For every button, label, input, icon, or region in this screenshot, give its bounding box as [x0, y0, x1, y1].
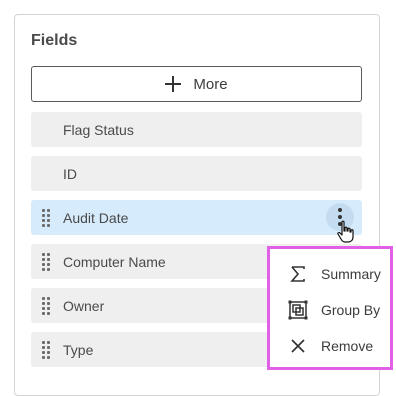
- field-label: ID: [63, 165, 77, 182]
- more-button-label: More: [193, 75, 228, 93]
- menu-item-remove[interactable]: Remove: [270, 328, 390, 364]
- menu-item-label: Group By: [321, 302, 381, 318]
- close-icon: [288, 336, 308, 356]
- sigma-icon: [288, 264, 308, 284]
- drag-handle-icon[interactable]: [42, 341, 50, 359]
- field-label: Owner: [63, 297, 105, 314]
- menu-item-group-by[interactable]: Group By: [270, 292, 390, 328]
- field-row-id[interactable]: ID: [31, 156, 362, 191]
- field-label: Computer Name: [63, 253, 166, 270]
- field-label: Type: [63, 341, 94, 358]
- field-row-audit-date[interactable]: Audit Date: [31, 200, 362, 235]
- field-label: Audit Date: [63, 209, 129, 226]
- group-by-icon: [288, 300, 308, 320]
- more-button[interactable]: More: [31, 66, 362, 102]
- hand-cursor-icon: [337, 220, 354, 243]
- field-label: Flag Status: [63, 121, 134, 138]
- field-row-flag-status[interactable]: Flag Status: [31, 112, 362, 147]
- menu-item-summary[interactable]: Summary: [270, 256, 390, 292]
- menu-item-label: Summary: [321, 266, 381, 282]
- plus-icon: [165, 76, 182, 92]
- menu-item-label: Remove: [321, 338, 374, 354]
- drag-handle-icon[interactable]: [42, 297, 50, 315]
- panel-title: Fields: [31, 32, 78, 49]
- drag-handle-icon[interactable]: [42, 253, 50, 271]
- drag-handle-icon[interactable]: [42, 209, 50, 227]
- field-context-menu: Summary Group By Remove: [267, 246, 393, 370]
